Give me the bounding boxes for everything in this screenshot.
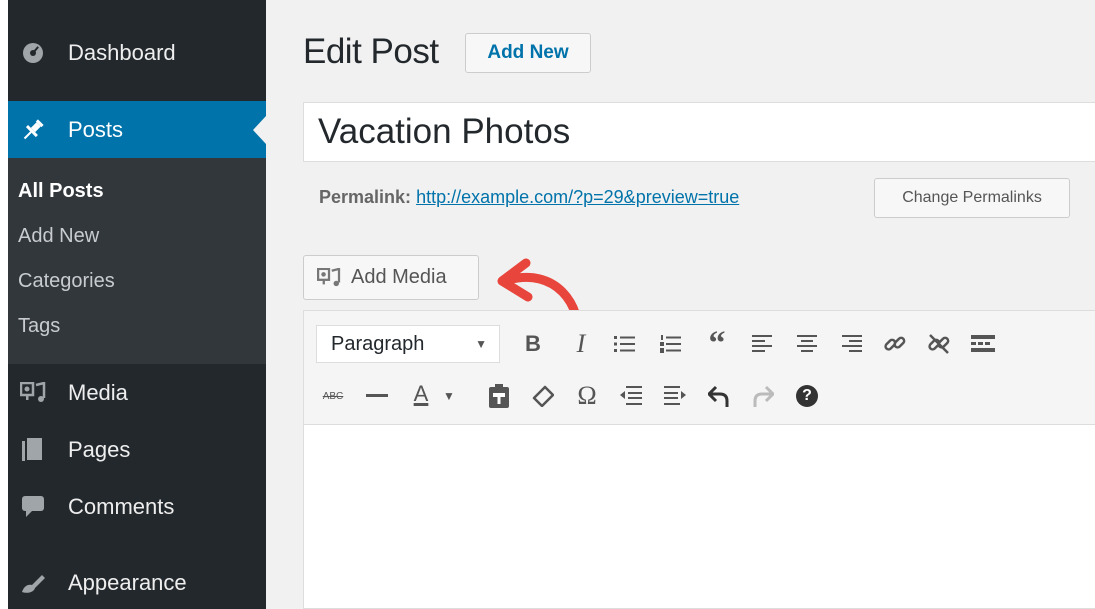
permalink-label: Permalink: <box>319 187 412 207</box>
sidebar-item-label: Appearance <box>68 570 187 595</box>
bulleted-list-icon[interactable] <box>608 327 642 361</box>
italic-icon[interactable]: I <box>564 327 598 361</box>
submenu-tags[interactable]: Tags <box>18 315 60 338</box>
change-permalinks-button[interactable]: Change Permalinks <box>874 178 1070 218</box>
decrease-indent-icon[interactable] <box>614 379 648 413</box>
align-left-icon[interactable] <box>746 327 780 361</box>
dashboard-icon <box>18 38 48 68</box>
admin-sidebar: Dashboard Posts All Posts Add New Catego… <box>0 0 266 609</box>
format-select-value: Paragraph <box>331 332 425 355</box>
submenu-add-new[interactable]: Add New <box>18 225 99 248</box>
permalink-row: Permalink: http://example.com/?p=29&prev… <box>319 187 739 208</box>
pages-icon <box>18 435 48 465</box>
align-right-icon[interactable] <box>834 327 868 361</box>
sidebar-item-pages[interactable]: Pages <box>8 425 266 475</box>
editor-content-area[interactable] <box>304 425 1095 608</box>
chevron-down-icon[interactable]: ▼ <box>432 379 466 413</box>
blockquote-icon[interactable]: “ <box>700 325 734 362</box>
read-more-icon[interactable] <box>966 327 1000 361</box>
remove-link-icon[interactable] <box>922 327 956 361</box>
post-editor: Paragraph ▼ B I “ ABC A ▼ Ω ? <box>303 310 1095 609</box>
main-content: Edit Post Add New Vacation Photos Permal… <box>266 0 1095 609</box>
clear-formatting-icon[interactable] <box>526 379 560 413</box>
post-title-input[interactable]: Vacation Photos <box>303 102 1095 162</box>
media-icon <box>18 378 48 408</box>
paste-as-text-icon[interactable] <box>482 379 516 413</box>
increase-indent-icon[interactable] <box>658 379 692 413</box>
chevron-down-icon: ▼ <box>475 337 487 351</box>
align-center-icon[interactable] <box>790 327 824 361</box>
sidebar-item-dashboard[interactable]: Dashboard <box>8 28 266 78</box>
permalink-link[interactable]: http://example.com/?p=29&preview=true <box>416 187 739 207</box>
numbered-list-icon[interactable] <box>654 327 688 361</box>
post-title-value: Vacation Photos <box>318 112 571 151</box>
add-new-button[interactable]: Add New <box>465 33 591 73</box>
sidebar-item-label: Posts <box>68 116 124 142</box>
sidebar-item-label: Media <box>68 380 128 405</box>
horizontal-line-icon[interactable] <box>360 379 394 413</box>
page-title: Edit Post <box>303 32 439 71</box>
sidebar-item-appearance[interactable]: Appearance <box>8 558 266 608</box>
special-character-icon[interactable]: Ω <box>570 379 604 413</box>
strikethrough-icon[interactable]: ABC <box>316 379 350 413</box>
submenu-categories[interactable]: Categories <box>18 270 115 293</box>
editor-toolbar: Paragraph ▼ B I “ ABC A ▼ Ω ? <box>304 311 1095 425</box>
sidebar-item-posts[interactable]: Posts <box>8 101 266 158</box>
help-icon[interactable]: ? <box>790 379 824 413</box>
sidebar-item-comments[interactable]: Comments <box>8 482 266 532</box>
media-icon <box>317 267 341 288</box>
insert-link-icon[interactable] <box>878 327 912 361</box>
add-media-label: Add Media <box>351 266 447 288</box>
format-select[interactable]: Paragraph ▼ <box>316 325 500 363</box>
sidebar-item-media[interactable]: Media <box>8 368 266 418</box>
submenu-all-posts[interactable]: All Posts <box>18 180 104 203</box>
sidebar-item-label: Pages <box>68 437 131 462</box>
sidebar-item-label: Dashboard <box>68 40 176 65</box>
undo-icon[interactable] <box>702 379 736 413</box>
sidebar-edge <box>0 0 8 609</box>
bold-icon[interactable]: B <box>516 327 550 361</box>
redo-icon[interactable] <box>746 379 780 413</box>
add-media-button[interactable]: Add Media <box>303 255 479 300</box>
pin-icon <box>18 115 48 145</box>
active-indicator <box>253 115 266 144</box>
posts-submenu: All Posts Add New Categories Tags <box>8 158 266 364</box>
comments-icon <box>18 492 48 522</box>
sidebar-item-label: Comments <box>68 494 175 519</box>
appearance-icon <box>18 568 48 598</box>
